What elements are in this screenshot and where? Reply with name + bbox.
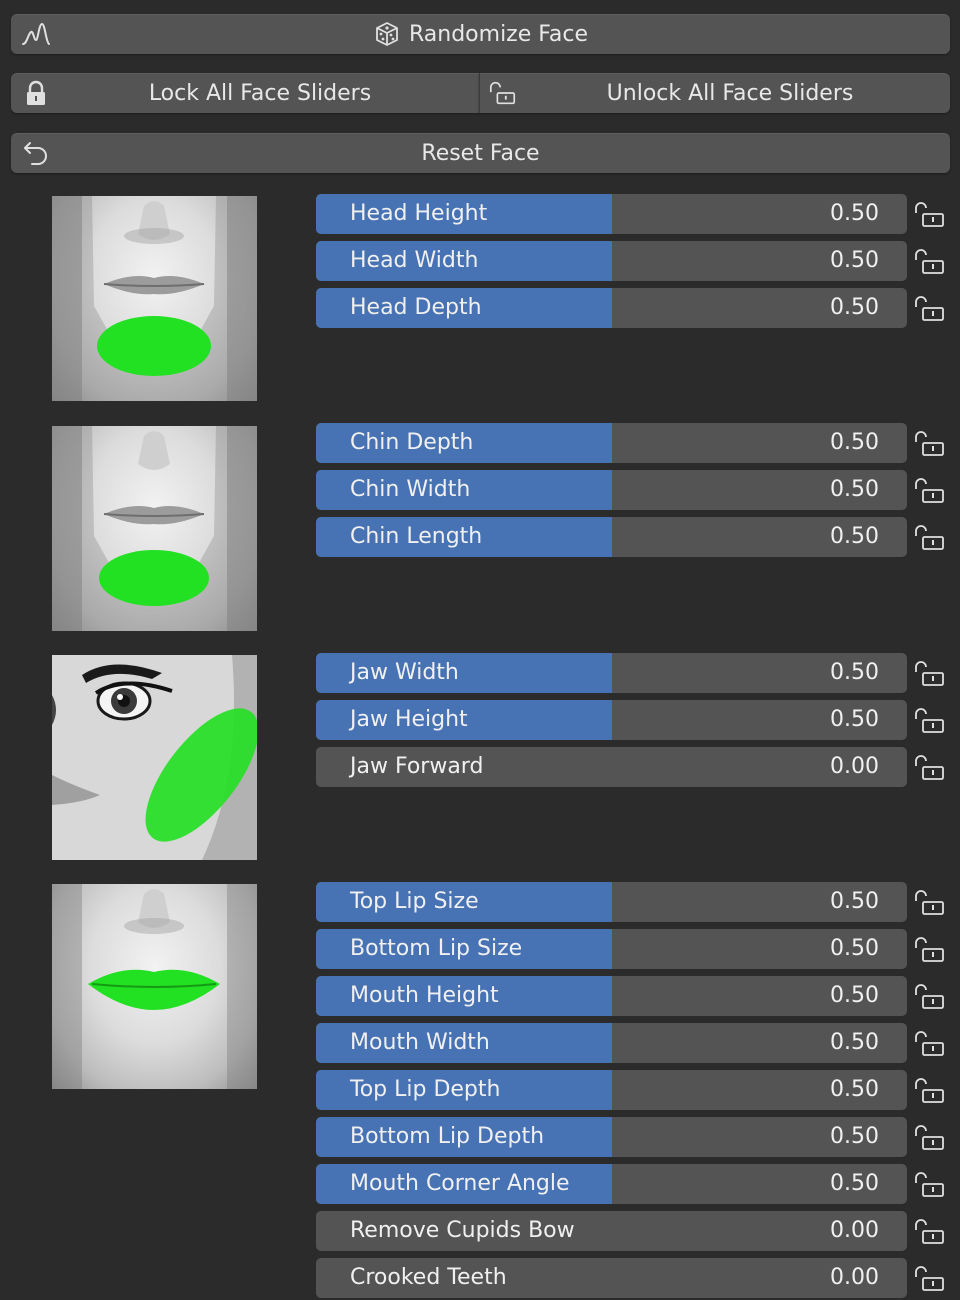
slider-label: Crooked Teeth (350, 1265, 507, 1290)
lock-open-icon[interactable] (912, 1214, 948, 1248)
slider-mouth-width[interactable]: Mouth Width 0.50 (316, 1023, 907, 1063)
slider-value: 0.00 (830, 1265, 879, 1290)
lock-open-icon (488, 79, 518, 107)
slider-value: 0.50 (830, 889, 879, 914)
slider-value: 0.50 (830, 936, 879, 961)
lock-open-icon[interactable] (912, 1026, 948, 1060)
slider-head-depth[interactable]: Head Depth 0.50 (316, 288, 907, 328)
slider-label: Chin Width (350, 477, 471, 502)
slider-value: 0.50 (830, 1077, 879, 1102)
randomize-face-button[interactable]: Randomize Face (11, 14, 950, 54)
lock-open-icon[interactable] (912, 520, 948, 554)
slider-label: Remove Cupids Bow (350, 1218, 575, 1243)
slider-chin-length[interactable]: Chin Length 0.50 (316, 517, 907, 557)
lock-open-icon[interactable] (912, 1167, 948, 1201)
slider-label: Mouth Corner Angle (350, 1171, 570, 1196)
slider-value: 0.50 (830, 983, 879, 1008)
slider-label: Jaw Width (350, 660, 459, 685)
slider-value: 0.50 (830, 1030, 879, 1055)
slider-value: 0.50 (830, 1171, 879, 1196)
slider-head-height[interactable]: Head Height 0.50 (316, 194, 907, 234)
slider-value: 0.50 (830, 248, 879, 273)
slider-top-lip-depth[interactable]: Top Lip Depth 0.50 (316, 1070, 907, 1110)
lock-open-icon[interactable] (912, 291, 948, 325)
lock-open-icon[interactable] (912, 1120, 948, 1154)
slider-mouth-height[interactable]: Mouth Height 0.50 (316, 976, 907, 1016)
jaw-preview-image (52, 655, 257, 860)
slider-crooked-teeth[interactable]: Crooked Teeth 0.00 (316, 1258, 907, 1298)
lock-open-icon[interactable] (912, 426, 948, 460)
lock-all-face-sliders-button[interactable]: Lock All Face Sliders (11, 73, 479, 113)
slider-label: Bottom Lip Depth (350, 1124, 545, 1149)
mouth-preview-image (52, 884, 257, 1089)
slider-value: 0.50 (830, 477, 879, 502)
slider-label: Chin Depth (350, 430, 474, 455)
lock-open-icon[interactable] (912, 1261, 948, 1295)
unlock-all-face-sliders-button[interactable]: Unlock All Face Sliders (479, 73, 950, 113)
slider-remove-cupids-bow[interactable]: Remove Cupids Bow 0.00 (316, 1211, 907, 1251)
slider-jaw-forward[interactable]: Jaw Forward 0.00 (316, 747, 907, 787)
curve-icon (21, 20, 51, 48)
slider-chin-width[interactable]: Chin Width 0.50 (316, 470, 907, 510)
lock-open-icon[interactable] (912, 932, 948, 966)
lock-open-icon[interactable] (912, 1073, 948, 1107)
slider-label: Top Lip Depth (350, 1077, 501, 1102)
head-preview-image (52, 196, 257, 401)
lock-open-icon[interactable] (912, 244, 948, 278)
dice-icon (373, 20, 401, 48)
slider-label: Chin Length (350, 524, 483, 549)
slider-value: 0.50 (830, 430, 879, 455)
lock-open-icon[interactable] (912, 885, 948, 919)
slider-label: Head Height (350, 201, 488, 226)
lock-open-icon[interactable] (912, 979, 948, 1013)
lock-all-label: Lock All Face Sliders (148, 80, 372, 106)
slider-bottom-lip-size[interactable]: Bottom Lip Size 0.50 (316, 929, 907, 969)
slider-label: Mouth Width (350, 1030, 490, 1055)
lock-open-icon[interactable] (912, 473, 948, 507)
slider-label: Head Width (350, 248, 479, 273)
slider-jaw-height[interactable]: Jaw Height 0.50 (316, 700, 907, 740)
undo-icon (21, 139, 51, 167)
slider-label: Jaw Height (350, 707, 468, 732)
slider-bottom-lip-depth[interactable]: Bottom Lip Depth 0.50 (316, 1117, 907, 1157)
slider-value: 0.50 (830, 1124, 879, 1149)
lock-open-icon[interactable] (912, 656, 948, 690)
slider-label: Bottom Lip Size (350, 936, 523, 961)
chin-preview-image (52, 426, 257, 631)
slider-label: Head Depth (350, 295, 482, 320)
slider-value: 0.50 (830, 660, 879, 685)
lock-open-icon[interactable] (912, 703, 948, 737)
reset-face-label: Reset Face (421, 140, 540, 166)
slider-value: 0.50 (830, 201, 879, 226)
slider-value: 0.50 (830, 295, 879, 320)
slider-value: 0.50 (830, 707, 879, 732)
lock-open-icon[interactable] (912, 750, 948, 784)
slider-mouth-corner-angle[interactable]: Mouth Corner Angle 0.50 (316, 1164, 907, 1204)
slider-label: Top Lip Size (350, 889, 479, 914)
lock-closed-icon (21, 79, 51, 107)
slider-label: Jaw Forward (350, 754, 484, 779)
slider-jaw-width[interactable]: Jaw Width 0.50 (316, 653, 907, 693)
slider-value: 0.00 (830, 754, 879, 779)
slider-value: 0.50 (830, 524, 879, 549)
slider-top-lip-size[interactable]: Top Lip Size 0.50 (316, 882, 907, 922)
slider-value: 0.00 (830, 1218, 879, 1243)
slider-label: Mouth Height (350, 983, 499, 1008)
lock-open-icon[interactable] (912, 197, 948, 231)
randomize-face-label: Randomize Face (408, 21, 589, 47)
reset-face-button[interactable]: Reset Face (11, 133, 950, 173)
slider-chin-depth[interactable]: Chin Depth 0.50 (316, 423, 907, 463)
slider-head-width[interactable]: Head Width 0.50 (316, 241, 907, 281)
unlock-all-label: Unlock All Face Sliders (606, 80, 854, 106)
